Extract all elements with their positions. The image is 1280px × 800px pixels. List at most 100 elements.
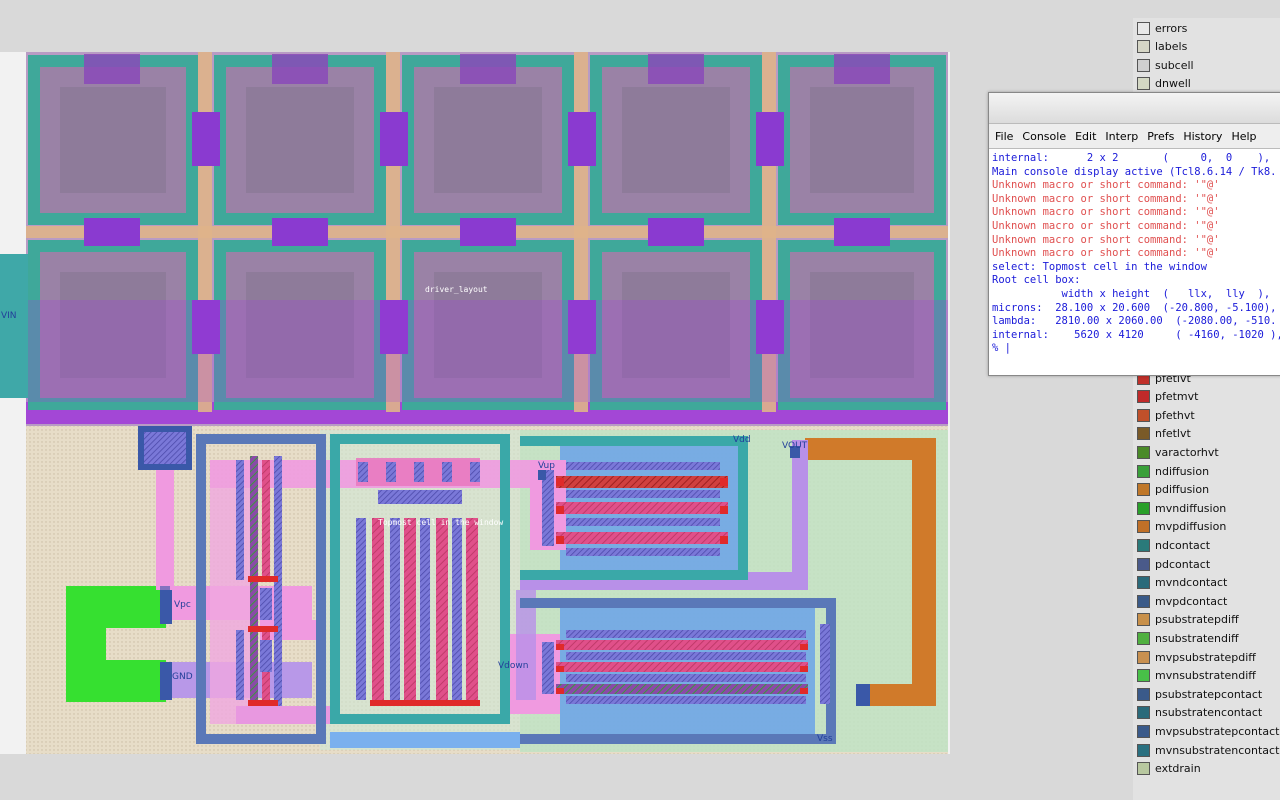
layer-swatch-icon bbox=[1137, 483, 1150, 497]
layer-item-mvndcontact[interactable]: mvndcontact bbox=[1137, 574, 1227, 592]
menu-help[interactable]: Help bbox=[1231, 130, 1256, 143]
layer-swatch-icon bbox=[1137, 538, 1150, 552]
port-label-gnd: GND bbox=[172, 672, 193, 682]
layer-item-errors[interactable]: errors bbox=[1137, 19, 1187, 37]
layer-label: pfethvt bbox=[1155, 408, 1195, 422]
menu-interp[interactable]: Interp bbox=[1105, 130, 1138, 143]
layer-item-nsubstratencontact[interactable]: nsubstratencontact bbox=[1137, 704, 1262, 722]
layer-label: psubstratepcontact bbox=[1155, 687, 1263, 701]
cell-name-label: driver_layout bbox=[425, 285, 488, 294]
port-label-vup: Vup bbox=[538, 461, 555, 471]
layer-swatch-icon bbox=[1137, 743, 1150, 757]
layer-swatch-icon bbox=[1137, 58, 1150, 72]
console-line: internal: 2 x 2 ( 0, 0 ), bbox=[992, 152, 1271, 164]
console-line: Unknown macro or short command: '"@' bbox=[992, 192, 1220, 205]
layer-item-mvpdiffusion[interactable]: mvpdiffusion bbox=[1137, 518, 1226, 536]
layer-label: mvnsubstratencontact bbox=[1155, 743, 1280, 757]
layer-item-mvndiffusion[interactable]: mvndiffusion bbox=[1137, 499, 1226, 517]
layer-item-dnwell[interactable]: dnwell bbox=[1137, 75, 1191, 93]
layer-swatch-icon bbox=[1137, 520, 1150, 534]
layer-label: nfetlvt bbox=[1155, 427, 1191, 441]
console-line: % | bbox=[992, 342, 1011, 355]
layer-item-pdcontact[interactable]: pdcontact bbox=[1137, 555, 1210, 573]
layer-swatch-icon bbox=[1137, 427, 1150, 441]
circuit-area bbox=[66, 426, 948, 752]
layer-item-psubstratepdiff[interactable]: psubstratepdiff bbox=[1137, 611, 1239, 629]
console-line: width x height ( llx, lly ), bbox=[992, 287, 1271, 300]
layer-swatch-icon bbox=[1137, 408, 1150, 422]
menu-prefs[interactable]: Prefs bbox=[1147, 130, 1174, 143]
layer-label: nsubstratendiff bbox=[1155, 631, 1239, 645]
layer-item-psubstratepcontact[interactable]: psubstratepcontact bbox=[1137, 685, 1262, 703]
layer-item-mvpsubstratepdiff[interactable]: mvpsubstratepdiff bbox=[1137, 648, 1256, 666]
layer-label: mvpsubstratepdiff bbox=[1155, 650, 1256, 664]
layer-label: extdrain bbox=[1155, 762, 1201, 776]
layer-swatch-icon bbox=[1137, 464, 1150, 478]
layer-label: labels bbox=[1155, 40, 1188, 54]
topmost-cell-label: Topmost cell in the window bbox=[378, 518, 503, 527]
console-titlebar[interactable] bbox=[989, 93, 1280, 124]
menu-console[interactable]: Console bbox=[1022, 130, 1066, 143]
layer-label: mvndcontact bbox=[1155, 576, 1228, 590]
layer-item-pdiffusion[interactable]: pdiffusion bbox=[1137, 481, 1209, 499]
layer-swatch-icon bbox=[1137, 650, 1150, 664]
layer-label: mvnsubstratendiff bbox=[1155, 669, 1256, 683]
console-window[interactable]: File Console Edit Interp Prefs History H… bbox=[988, 92, 1280, 376]
console-line: Root cell box: bbox=[992, 274, 1081, 287]
layer-swatch-icon bbox=[1137, 390, 1150, 404]
console-line: Unknown macro or short command: '"@' bbox=[992, 206, 1220, 219]
layer-label: dnwell bbox=[1155, 77, 1191, 91]
layer-swatch-icon bbox=[1137, 687, 1150, 701]
console-line: select: Topmost cell in the window bbox=[992, 260, 1207, 273]
layer-label: psubstratepdiff bbox=[1155, 613, 1239, 627]
layer-swatch-icon bbox=[1137, 77, 1150, 91]
console-line: internal: 5620 x 4120 ( -4160, -1020 ), bbox=[992, 328, 1280, 341]
layer-item-mvnsubstratendiff[interactable]: mvnsubstratendiff bbox=[1137, 667, 1256, 685]
layer-item-nfetlvt[interactable]: nfetlvt bbox=[1137, 425, 1191, 443]
layer-item-nsubstratendiff[interactable]: nsubstratendiff bbox=[1137, 629, 1239, 647]
layer-item-ndiffusion[interactable]: ndiffusion bbox=[1137, 462, 1209, 480]
menu-edit[interactable]: Edit bbox=[1075, 130, 1096, 143]
layer-label: ndcontact bbox=[1155, 538, 1211, 552]
layer-item-pfetmvt[interactable]: pfetmvt bbox=[1137, 388, 1198, 406]
layer-label: errors bbox=[1155, 21, 1188, 35]
layer-item-labels[interactable]: labels bbox=[1137, 38, 1187, 56]
layer-label: mvndiffusion bbox=[1155, 501, 1227, 515]
console-menubar: File Console Edit Interp Prefs History H… bbox=[989, 124, 1280, 149]
layer-item-mvpsubstratepcontact[interactable]: mvpsubstratepcontact bbox=[1137, 722, 1279, 740]
menu-file[interactable]: File bbox=[995, 130, 1013, 143]
layer-swatch-icon bbox=[1137, 445, 1150, 459]
layer-swatch-icon bbox=[1137, 706, 1150, 720]
layer-label: varactorhvt bbox=[1155, 445, 1219, 459]
menu-history[interactable]: History bbox=[1183, 130, 1222, 143]
layer-swatch-icon bbox=[1137, 576, 1150, 590]
layer-swatch-icon bbox=[1137, 762, 1150, 776]
port-label-vin: VIN bbox=[1, 311, 17, 321]
layer-label: mvpdiffusion bbox=[1155, 520, 1227, 534]
layer-label: pdiffusion bbox=[1155, 483, 1210, 497]
console-line: Unknown macro or short command: '"@' bbox=[992, 219, 1220, 232]
layer-swatch-icon bbox=[1137, 594, 1150, 608]
layer-item-extdrain[interactable]: extdrain bbox=[1137, 760, 1201, 778]
layer-swatch-icon bbox=[1137, 21, 1150, 35]
layer-item-varactorhvt[interactable]: varactorhvt bbox=[1137, 443, 1219, 461]
console-line: Unknown macro or short command: '"@' bbox=[992, 179, 1220, 192]
layer-item-mvnsubstratencontact[interactable]: mvnsubstratencontact bbox=[1137, 741, 1279, 759]
layer-swatch-icon bbox=[1137, 724, 1150, 738]
console-line: lambda: 2810.00 x 2060.00 (-2080.00, -51… bbox=[992, 315, 1277, 328]
console-output[interactable]: internal: 2 x 2 ( 0, 0 ), Main console di… bbox=[989, 149, 1280, 370]
console-line: Unknown macro or short command: '"@' bbox=[992, 247, 1220, 260]
layer-item-ndcontact[interactable]: ndcontact bbox=[1137, 536, 1210, 554]
layer-label: subcell bbox=[1155, 58, 1194, 72]
port-label-vss: Vss bbox=[817, 734, 833, 744]
layer-item-pfethvt[interactable]: pfethvt bbox=[1137, 406, 1195, 424]
port-label-vpc: Vpc bbox=[174, 600, 191, 610]
port-label-vout: VOUT bbox=[782, 441, 808, 451]
layer-item-mvpdcontact[interactable]: mvpdcontact bbox=[1137, 592, 1227, 610]
layer-swatch-icon bbox=[1137, 40, 1150, 54]
port-label-vdown: Vdown bbox=[498, 661, 528, 671]
layer-label: pdcontact bbox=[1155, 557, 1211, 571]
console-line: Unknown macro or short command: '"@' bbox=[992, 233, 1220, 246]
layer-label: mvpsubstratepcontact bbox=[1155, 724, 1280, 738]
layer-item-subcell[interactable]: subcell bbox=[1137, 56, 1194, 74]
